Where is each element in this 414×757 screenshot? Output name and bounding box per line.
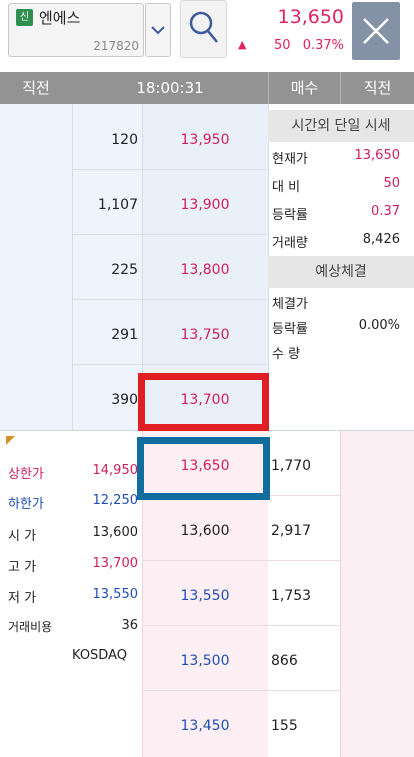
highlight-box-blue	[137, 437, 270, 500]
overtime-row: 현재가 13,650	[272, 148, 400, 170]
header: 신 엔에스 217820 13,650 ▲ 50 0.37%	[0, 0, 414, 64]
stat-label: 저 가	[8, 591, 37, 606]
stock-dropdown-button[interactable]	[145, 3, 171, 57]
divider	[340, 430, 341, 757]
expected-qty-label: 수 량	[272, 347, 301, 362]
change-rate: 0.37%	[302, 38, 344, 53]
column-header-bar: 직전 18:00:31 매수 직전	[0, 72, 414, 104]
market-name: KOSDAQ	[72, 648, 127, 663]
col-prev-right: 직전	[340, 72, 414, 104]
credit-badge: 신	[16, 9, 33, 26]
overtime-label: 대 비	[272, 180, 301, 195]
expected-rate-label: 등락률	[272, 322, 308, 337]
close-button[interactable]	[352, 2, 400, 60]
bid-qty: 1,753	[271, 588, 312, 604]
bid-qty: 2,917	[271, 523, 312, 539]
bid-price[interactable]: 13,500	[142, 653, 268, 669]
overtime-row: 거래량 8,426	[272, 232, 400, 254]
col-prev-left: 직전	[22, 79, 50, 97]
row-divider	[142, 625, 340, 626]
stat-value: 36	[121, 618, 138, 633]
expected-rate-value: 0.00%	[358, 318, 400, 333]
overtime-row: 등락률 0.37	[272, 204, 400, 226]
ask-qty: 120	[111, 132, 138, 148]
stat-value: 14,950	[92, 463, 139, 478]
divider	[72, 104, 73, 430]
current-price: 13,650	[277, 6, 344, 28]
search-icon	[189, 11, 218, 43]
corner-marker-icon	[6, 436, 15, 445]
stat-value: 13,550	[92, 587, 139, 602]
chevron-down-icon	[151, 26, 165, 35]
ask-qty: 225	[111, 262, 138, 278]
stock-code: 217820	[93, 39, 139, 53]
overtime-label: 등락률	[272, 208, 308, 223]
overtime-title: 시간외 단일 시세	[268, 110, 414, 142]
row-divider	[72, 234, 268, 235]
bid-price[interactable]: 13,550	[142, 588, 268, 604]
ask-qty: 1,107	[97, 197, 138, 213]
overtime-row: 대 비 50	[272, 176, 400, 198]
overtime-label: 현재가	[272, 152, 308, 167]
bid-qty: 155	[271, 718, 298, 734]
stock-name: 엔에스	[39, 9, 81, 27]
row-divider	[142, 690, 340, 691]
ask-price[interactable]: 13,950	[142, 132, 268, 148]
ask-price[interactable]: 13,800	[142, 262, 268, 278]
row-divider	[72, 169, 268, 170]
ask-qty: 390	[111, 392, 138, 408]
stat-value: 13,600	[92, 525, 139, 540]
overtime-value: 0.37	[371, 204, 400, 219]
bid-qty: 866	[271, 653, 298, 669]
col-bid: 매수	[268, 72, 340, 104]
overtime-value: 50	[383, 176, 400, 191]
bid-price[interactable]: 13,600	[142, 523, 268, 539]
overtime-value: 13,650	[354, 148, 401, 163]
stat-label: 하한가	[8, 497, 44, 512]
ask-qty: 291	[111, 327, 138, 343]
stat-label: 고 가	[8, 560, 37, 575]
bid-prev-area	[340, 430, 414, 757]
row-divider	[142, 560, 340, 561]
expected-title: 예상체결	[268, 256, 414, 288]
row-divider	[72, 299, 268, 300]
bid-price[interactable]: 13,450	[142, 718, 268, 734]
bid-qty: 1,770	[271, 458, 312, 474]
overtime-label: 거래량	[272, 236, 308, 251]
stat-value: 13,700	[92, 556, 139, 571]
stat-label: 거래비용	[8, 620, 53, 634]
stat-label: 시 가	[8, 529, 37, 544]
price-change: 50	[274, 38, 291, 53]
stat-label: 상한가	[8, 467, 44, 482]
close-icon	[363, 18, 389, 44]
overtime-value: 8,426	[362, 232, 400, 247]
highlight-box-red	[138, 373, 269, 431]
expected-price-label: 체결가	[272, 297, 308, 312]
row-divider	[72, 364, 268, 365]
ask-price[interactable]: 13,900	[142, 197, 268, 213]
col-time: 18:00:31	[136, 79, 204, 97]
stat-value: 12,250	[92, 493, 139, 508]
search-button[interactable]	[180, 0, 227, 58]
up-triangle-icon: ▲	[238, 38, 247, 51]
stock-selector[interactable]: 신 엔에스 217820	[8, 3, 144, 57]
ask-price[interactable]: 13,750	[142, 327, 268, 343]
